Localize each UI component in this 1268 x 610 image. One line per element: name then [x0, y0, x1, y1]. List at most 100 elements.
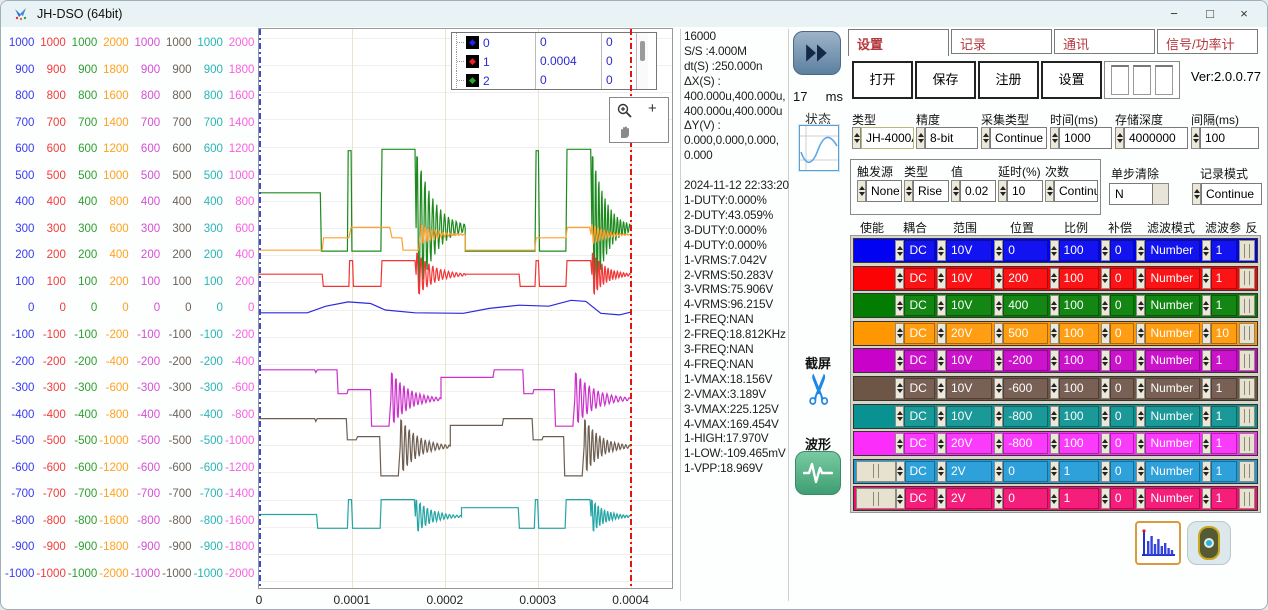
spinner-control[interactable] [994, 268, 1003, 289]
plus-icon[interactable]: + [648, 100, 657, 117]
spin-down-icon[interactable] [938, 307, 944, 311]
top-button-3[interactable]: 设置 [1041, 61, 1102, 99]
channel-filter_mode-value[interactable]: Number [1145, 433, 1199, 454]
spin-down-icon[interactable] [1051, 500, 1057, 504]
channel-comp-value[interactable]: 0 [1110, 350, 1135, 371]
spinner-control[interactable] [1202, 323, 1211, 344]
spin-up-icon[interactable] [1138, 301, 1144, 305]
spinner-control[interactable] [1050, 127, 1059, 149]
channel-ratio-value[interactable]: 100 [1059, 378, 1099, 399]
spinner-control[interactable] [951, 180, 960, 202]
spin-up-icon[interactable] [996, 273, 1002, 277]
channel-invert-toggle[interactable] [1239, 488, 1255, 509]
spin-up-icon[interactable] [1051, 439, 1057, 443]
spin-up-icon[interactable] [1138, 328, 1144, 332]
spin-up-icon[interactable] [897, 356, 903, 360]
spin-down-icon[interactable] [1203, 362, 1209, 366]
channel-filter_param-value[interactable]: 1 [1211, 240, 1238, 261]
spin-up-icon[interactable] [938, 466, 944, 470]
channel-coupling-value[interactable]: DC [904, 406, 934, 427]
spin-up-icon[interactable] [1203, 494, 1209, 498]
spinner-control[interactable] [895, 378, 904, 399]
channel-ratio-value[interactable]: 1 [1059, 461, 1099, 482]
channel-enable-toggle[interactable] [856, 433, 895, 454]
spin-up-icon[interactable] [1203, 301, 1209, 305]
spin-up-icon[interactable] [897, 411, 903, 415]
channel-filter_mode-value[interactable]: Number [1145, 378, 1199, 399]
spinner-control[interactable] [895, 350, 904, 371]
spinner-control[interactable] [937, 378, 946, 399]
spinner-control[interactable] [994, 461, 1003, 482]
spin-down-icon[interactable] [1051, 252, 1057, 256]
status-waveform-icon[interactable] [799, 125, 839, 171]
spinner-control[interactable] [857, 180, 866, 202]
spin-up-icon[interactable] [1047, 186, 1053, 190]
channel-range-value[interactable]: 10V [946, 240, 992, 261]
spinner-control[interactable] [1115, 127, 1124, 149]
spinner-control[interactable] [1101, 433, 1110, 454]
config-field-0-input[interactable]: JH-4000A [861, 127, 914, 149]
spinner-control[interactable] [994, 378, 1003, 399]
spinner-control[interactable] [895, 406, 904, 427]
spinner-control[interactable] [1101, 295, 1110, 316]
spinner-control[interactable] [1101, 323, 1110, 344]
channel-ratio-value[interactable]: 100 [1059, 350, 1099, 371]
spin-up-icon[interactable] [1138, 246, 1144, 250]
spinner-control[interactable] [1101, 268, 1110, 289]
channel-position-value[interactable]: 200 [1003, 268, 1047, 289]
spinner-control[interactable] [895, 268, 904, 289]
channel-invert-toggle[interactable] [1239, 295, 1255, 316]
spinner-control[interactable] [1101, 488, 1110, 509]
spinner-control[interactable] [1101, 350, 1110, 371]
channel-invert-toggle[interactable] [1239, 350, 1255, 371]
channel-filter_mode-value[interactable]: Number [1145, 268, 1199, 289]
config-field-2-input[interactable]: Continue [990, 127, 1047, 149]
spin-down-icon[interactable] [1203, 389, 1209, 393]
spin-up-icon[interactable] [1000, 186, 1006, 190]
spin-down-icon[interactable] [897, 279, 903, 283]
spin-down-icon[interactable] [996, 445, 1002, 449]
spin-down-icon[interactable] [1203, 472, 1209, 476]
spinner-control[interactable] [994, 240, 1003, 261]
spinner-control[interactable] [1202, 240, 1211, 261]
zoom-in-icon[interactable] [616, 102, 634, 120]
spin-down-icon[interactable] [854, 139, 860, 143]
spin-down-icon[interactable] [859, 192, 865, 196]
spin-down-icon[interactable] [1193, 139, 1199, 143]
spin-down-icon[interactable] [996, 389, 1002, 393]
spin-down-icon[interactable] [897, 417, 903, 421]
spinner-control[interactable] [1101, 406, 1110, 427]
spinner-control[interactable] [994, 350, 1003, 371]
plot-legend[interactable]: ◆000◆10.00040◆200◆30.00040 [451, 32, 657, 90]
maximize-button[interactable]: □ [1193, 1, 1227, 27]
spin-up-icon[interactable] [1138, 356, 1144, 360]
channel-filter_param-value[interactable]: 1 [1211, 488, 1238, 509]
spin-down-icon[interactable] [897, 252, 903, 256]
channel-range-value[interactable]: 10V [946, 378, 992, 399]
spinner-control[interactable] [1202, 378, 1211, 399]
spin-up-icon[interactable] [1138, 273, 1144, 277]
spinner-control[interactable] [895, 295, 904, 316]
spin-up-icon[interactable] [1193, 133, 1199, 137]
spin-down-icon[interactable] [1138, 334, 1144, 338]
channel-comp-value[interactable]: 0 [1110, 488, 1135, 509]
spinner-control[interactable] [937, 240, 946, 261]
spin-up-icon[interactable] [938, 411, 944, 415]
spinner-control[interactable] [1202, 488, 1211, 509]
spinner-control[interactable] [1192, 183, 1201, 205]
spin-up-icon[interactable] [1203, 383, 1209, 387]
spinner-control[interactable] [1050, 295, 1059, 316]
channel-comp-value[interactable]: 0 [1110, 461, 1135, 482]
channel-coupling-value[interactable]: DC [904, 433, 934, 454]
spin-up-icon[interactable] [996, 383, 1002, 387]
spin-down-icon[interactable] [938, 362, 944, 366]
channel-ratio-value[interactable]: 100 [1059, 433, 1099, 454]
spin-down-icon[interactable] [897, 500, 903, 504]
spinner-control[interactable] [937, 406, 946, 427]
spin-down-icon[interactable] [1051, 445, 1057, 449]
channel-filter_mode-value[interactable]: Number [1145, 323, 1199, 344]
channel-invert-toggle[interactable] [1239, 406, 1255, 427]
tab-3[interactable]: 信号/功率计 [1157, 29, 1258, 54]
spin-up-icon[interactable] [938, 328, 944, 332]
channel-range-value[interactable]: 10V [946, 350, 992, 371]
